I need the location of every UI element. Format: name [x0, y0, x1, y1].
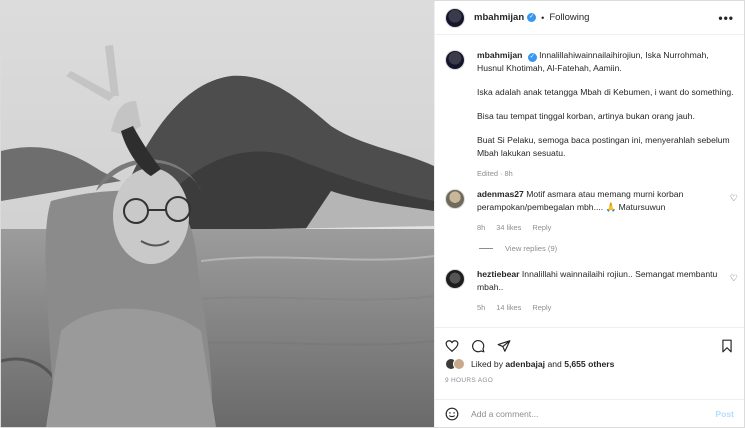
heart-icon[interactable]: ♡ [730, 193, 738, 204]
separator-dot: • [541, 12, 545, 23]
post-side-panel: mbahmijan ✓ • Following ••• mbahmijan ✓ … [434, 1, 744, 427]
caption-username[interactable]: mbahmijan [477, 50, 522, 60]
view-replies-line [479, 248, 493, 249]
comments-scroll-area[interactable]: mbahmijan ✓ Innalillahiwainnailaihirojiu… [435, 36, 744, 326]
add-comment-bar: Post [435, 399, 744, 427]
liked-by-prefix: Liked by [471, 359, 504, 369]
comment-meta: 8h 34 likes Reply [477, 221, 727, 234]
comment-age: 8h [477, 223, 486, 232]
author-username[interactable]: mbahmijan [474, 12, 524, 23]
commenter-avatar[interactable] [445, 189, 465, 209]
following-button[interactable]: Following [549, 12, 589, 23]
post-actions: Liked by adenbajaj and 5,655 others 9 HO… [435, 327, 744, 427]
bookmark-icon[interactable] [720, 339, 734, 353]
liked-by: Liked by adenbajaj and 5,655 others [435, 356, 744, 370]
comment-meta: 5h 14 likes Reply [477, 301, 727, 314]
caption-line-4: Buat Si Pelaku, semoga baca postingan in… [477, 135, 730, 158]
commenter-username[interactable]: adenmas27 [477, 189, 524, 199]
view-replies-label[interactable]: View replies (9) [505, 244, 557, 253]
liked-by-others[interactable]: 5,655 others [564, 359, 614, 369]
verified-badge-icon: ✓ [527, 13, 537, 22]
view-replies[interactable]: View replies (9) [435, 244, 744, 253]
comment-reply-button[interactable]: Reply [532, 303, 551, 312]
caption-line-2: Iska adalah anak tetangga Mbah di Kebume… [477, 87, 734, 97]
caption-avatar[interactable] [445, 50, 465, 70]
commenter-avatar[interactable] [445, 269, 465, 289]
comment-likes[interactable]: 14 likes [496, 303, 521, 312]
heart-icon[interactable] [445, 339, 459, 353]
liked-by-user[interactable]: adenbajaj [505, 359, 545, 369]
comment-reply-button[interactable]: Reply [532, 223, 551, 232]
comment-likes[interactable]: 34 likes [496, 223, 521, 232]
author-avatar[interactable] [445, 7, 465, 28]
commenter-username[interactable]: heztiebear [477, 269, 520, 279]
action-icons [435, 328, 744, 356]
comment-item: heztiebear Innalillahi wainnailaihi roji… [435, 268, 744, 314]
heart-icon[interactable]: ♡ [730, 273, 738, 284]
comment-item: adenmas27 Motif asmara atau memang murni… [435, 188, 744, 234]
caption-meta: Edited · 8h [477, 169, 513, 178]
caption: mbahmijan ✓ Innalillahiwainnailaihirojiu… [435, 49, 744, 180]
emoji-icon[interactable] [445, 407, 459, 421]
more-options-icon[interactable]: ••• [718, 11, 734, 25]
post-photo[interactable] [1, 1, 434, 427]
liker-avatar [453, 358, 465, 370]
post-timestamp[interactable]: 9 HOURS AGO [435, 370, 744, 384]
photo-illustration [1, 1, 434, 427]
comment-age: 5h [477, 303, 486, 312]
share-icon[interactable] [497, 339, 511, 353]
post-header: mbahmijan ✓ • Following ••• [435, 1, 744, 35]
verified-badge-icon: ✓ [527, 53, 537, 62]
liked-by-and: and [547, 359, 562, 369]
caption-line-3: Bisa tau tempat tinggal korban, artinya … [477, 111, 695, 121]
caption-text: mbahmijan ✓ Innalillahiwainnailaihirojiu… [477, 49, 734, 180]
instagram-post-dialog: mbahmijan ✓ • Following ••• mbahmijan ✓ … [0, 0, 745, 428]
post-comment-button[interactable]: Post [715, 409, 734, 419]
comment-icon[interactable] [471, 339, 485, 353]
add-comment-input[interactable] [471, 408, 716, 419]
